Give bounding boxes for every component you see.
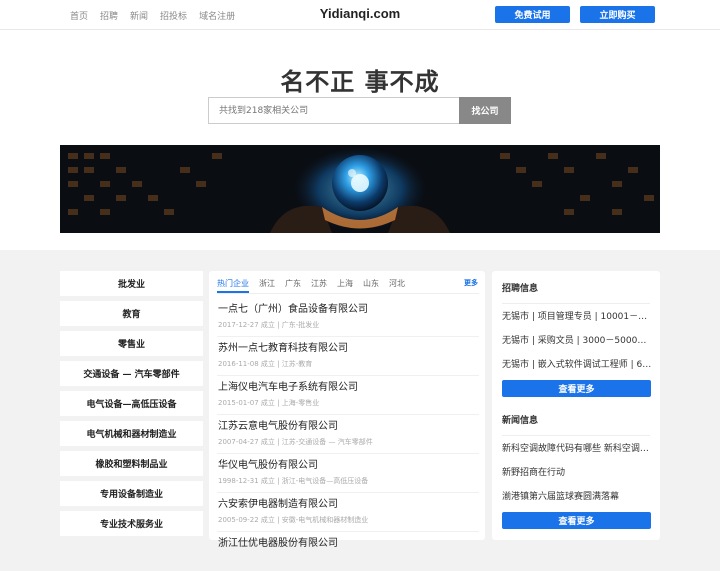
divider bbox=[502, 303, 650, 304]
jobs-section-title: 招聘信息 bbox=[502, 284, 539, 294]
news-item[interactable]: 新科空调故障代码有哪些 新科空调故障代码 bbox=[502, 441, 652, 454]
divider bbox=[502, 435, 650, 436]
company-meta: 2016-11-08 成立 | 江苏-教育 bbox=[218, 360, 313, 368]
news-item[interactable]: 湔港镇第六届篮球赛圆满落幕 bbox=[502, 489, 652, 502]
company-item: 华仪电气股份有限公司 1998-12-31 成立 | 浙江-电气设备—高低压设备 bbox=[217, 454, 479, 493]
tab-shanghai[interactable]: 上海 bbox=[337, 276, 353, 293]
sidebar-info: 招聘信息 无锡市 | 项目管理专员 | 10001－15000元/月 无锡市 |… bbox=[492, 271, 660, 540]
category-item[interactable]: 电气机械和器材制造业 bbox=[60, 421, 203, 446]
news-item[interactable]: 新野招商在行动 bbox=[502, 465, 652, 478]
tab-hebei[interactable]: 河北 bbox=[389, 276, 405, 293]
category-item[interactable]: 交通设备 — 汽车零部件 bbox=[60, 361, 203, 386]
company-item: 苏州一点七教育科技有限公司 2016-11-08 成立 | 江苏-教育 bbox=[217, 337, 479, 376]
company-name[interactable]: 浙江仕优电器股份有限公司 bbox=[218, 534, 338, 549]
page-title: 名不正 事不成 bbox=[280, 68, 440, 96]
category-item[interactable]: 专用设备制造业 bbox=[60, 481, 203, 506]
news-section-title: 新闻信息 bbox=[502, 416, 539, 426]
category-item[interactable]: 批发业 bbox=[60, 271, 203, 296]
region-tabs: 热门企业 浙江 广东 江苏 上海 山东 河北 bbox=[217, 276, 479, 294]
company-item: 一点七（广州）食品设备有限公司 2017-12-27 成立 | 广东-批发业 bbox=[217, 298, 479, 337]
company-name[interactable]: 苏州一点七教育科技有限公司 bbox=[218, 339, 348, 354]
category-list: 批发业 教育 零售业 交通设备 — 汽车零部件 电气设备—高低压设备 电气机械和… bbox=[60, 271, 203, 541]
company-meta: 1998-12-31 成立 | 浙江-电气设备—高低压设备 bbox=[218, 477, 369, 485]
tab-zhejiang[interactable]: 浙江 bbox=[259, 276, 275, 293]
company-name[interactable]: 六安索伊电器制造有限公司 bbox=[218, 495, 338, 510]
company-item: 上海仪电汽车电子系统有限公司 2015-01-07 成立 | 上海-零售业 bbox=[217, 376, 479, 415]
category-item[interactable]: 教育 bbox=[60, 301, 203, 326]
hero-section: 名不正 事不成 找公司 bbox=[0, 30, 720, 250]
company-item: 江苏云意电气股份有限公司 2007-04-27 成立 | 江苏-交通设备 — 汽… bbox=[217, 415, 479, 454]
job-item[interactable]: 无锡市 | 嵌入式软件调试工程师 | 6001－8000元/月 bbox=[502, 357, 652, 370]
tab-hot[interactable]: 热门企业 bbox=[217, 276, 249, 293]
category-item[interactable]: 专业技术服务业 bbox=[60, 511, 203, 536]
category-item[interactable]: 橡胶和塑料制品业 bbox=[60, 451, 203, 476]
company-item: 六安索伊电器制造有限公司 2005-09-22 成立 | 安徽-电气机械和器材制… bbox=[217, 493, 479, 532]
category-item[interactable]: 零售业 bbox=[60, 331, 203, 356]
jobs-more-button[interactable]: 查看更多 bbox=[502, 380, 651, 397]
buy-now-button[interactable]: 立即购买 bbox=[580, 6, 655, 23]
company-item: 浙江仕优电器股份有限公司 bbox=[217, 532, 479, 571]
tab-guangdong[interactable]: 广东 bbox=[285, 276, 301, 293]
free-trial-button[interactable]: 免费试用 bbox=[495, 6, 570, 23]
company-meta: 2007-04-27 成立 | 江苏-交通设备 — 汽车零部件 bbox=[218, 438, 373, 446]
company-name[interactable]: 华仪电气股份有限公司 bbox=[218, 456, 318, 471]
top-bar: 首页 招聘 新闻 招投标 域名注册 Yidianqi.com 免费试用 立即购买 bbox=[0, 0, 720, 30]
company-name[interactable]: 江苏云意电气股份有限公司 bbox=[218, 417, 338, 432]
more-link[interactable]: 更多 bbox=[464, 278, 478, 288]
news-more-button[interactable]: 查看更多 bbox=[502, 512, 651, 529]
banner-image bbox=[60, 145, 660, 233]
category-item[interactable]: 电气设备—高低压设备 bbox=[60, 391, 203, 416]
search-button[interactable]: 找公司 bbox=[459, 97, 511, 124]
job-item[interactable]: 无锡市 | 采购文员 | 3000－5000元/月 bbox=[502, 333, 652, 346]
company-name[interactable]: 一点七（广州）食品设备有限公司 bbox=[218, 300, 368, 315]
tab-jiangsu[interactable]: 江苏 bbox=[311, 276, 327, 293]
company-meta: 2017-12-27 成立 | 广东-批发业 bbox=[218, 321, 320, 329]
tab-shandong[interactable]: 山东 bbox=[363, 276, 379, 293]
crystal-ball-illustration bbox=[60, 145, 660, 233]
company-panel: 热门企业 浙江 广东 江苏 上海 山东 河北 更多 一点七（广州）食品设备有限公… bbox=[209, 271, 485, 549]
company-meta: 2015-01-07 成立 | 上海-零售业 bbox=[218, 399, 320, 407]
company-meta: 2005-09-22 成立 | 安徽-电气机械和器材制造业 bbox=[218, 516, 369, 524]
search-input[interactable] bbox=[208, 97, 459, 124]
job-item[interactable]: 无锡市 | 项目管理专员 | 10001－15000元/月 bbox=[502, 309, 652, 322]
company-name[interactable]: 上海仪电汽车电子系统有限公司 bbox=[218, 378, 358, 393]
